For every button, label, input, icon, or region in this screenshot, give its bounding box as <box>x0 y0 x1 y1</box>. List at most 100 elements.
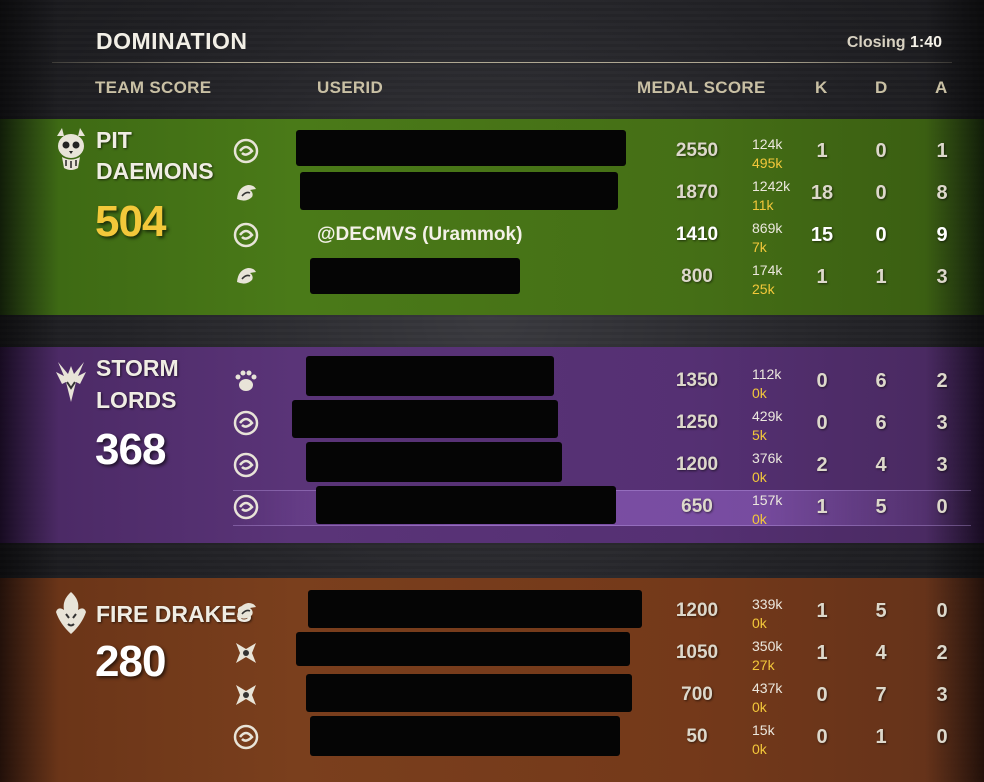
col-header-a: A <box>935 78 948 97</box>
deaths: 5 <box>875 600 887 622</box>
healing-value: 11k <box>752 197 774 213</box>
medal-score: 650 <box>681 496 713 517</box>
medal-score: 1350 <box>675 370 719 391</box>
medal-score: 1250 <box>675 412 719 433</box>
redacted-userid <box>296 632 630 666</box>
healing-value: 0k <box>752 615 767 631</box>
damage-value: 350k <box>752 638 783 654</box>
healing-value: 0k <box>752 699 767 715</box>
damage-value: 157k <box>752 492 783 508</box>
assists: 0 <box>936 600 948 622</box>
medal-score: 1870 <box>675 182 719 203</box>
medal-score: 1200 <box>675 600 719 621</box>
redacted-userid <box>308 590 642 628</box>
kills: 1 <box>816 496 828 518</box>
medal-score: 1410 <box>675 224 719 245</box>
deaths: 6 <box>875 412 887 434</box>
team-score: 280 <box>95 637 166 686</box>
healing-value: 0k <box>752 741 767 757</box>
redacted-userid <box>310 258 520 294</box>
col-header-d: D <box>875 78 888 97</box>
warden-circle-icon <box>233 138 259 164</box>
healing-value: 495k <box>752 155 783 171</box>
medal-score: 50 <box>686 726 708 747</box>
damage-value: 174k <box>752 262 783 278</box>
damage-value: 376k <box>752 450 783 466</box>
deaths: 5 <box>875 496 887 518</box>
storm-lords-icon <box>56 362 86 402</box>
col-header-k: K <box>815 78 828 97</box>
nightblade-icon <box>236 643 256 663</box>
assists: 0 <box>936 726 948 748</box>
kills: 1 <box>816 642 828 664</box>
player-userid: @DECMVS (Urammok) <box>317 224 523 245</box>
healing-value: 25k <box>752 281 775 297</box>
medal-score: 1200 <box>675 454 719 475</box>
kills: 0 <box>816 684 828 706</box>
col-header-medal-score: MEDAL SCORE <box>637 78 766 97</box>
deaths: 6 <box>875 370 887 392</box>
healing-value: 0k <box>752 511 767 527</box>
assists: 2 <box>936 370 948 392</box>
fire-drakes-icon <box>56 592 86 634</box>
kills: 1 <box>816 140 828 162</box>
redacted-userid <box>306 356 554 396</box>
nightblade-icon <box>236 685 256 705</box>
assists: 3 <box>936 266 948 288</box>
damage-value: 15k <box>752 722 775 738</box>
assists: 3 <box>936 684 948 706</box>
deaths: 0 <box>875 140 887 162</box>
team-name-line1: PIT <box>96 127 132 153</box>
kills: 0 <box>816 726 828 748</box>
redacted-userid <box>306 674 632 712</box>
deaths: 4 <box>875 642 887 664</box>
redacted-userid <box>292 400 558 438</box>
redacted-userid <box>310 716 620 756</box>
closing-label: Closing <box>846 34 906 51</box>
kills: 1 <box>816 266 828 288</box>
redacted-userid <box>296 130 626 166</box>
medal-score: 800 <box>681 266 713 287</box>
page-title: DOMINATION <box>96 28 248 54</box>
damage-value: 1242k <box>752 178 791 194</box>
medal-score: 2550 <box>675 140 719 161</box>
closing-time: 1:40 <box>909 34 942 51</box>
assists: 3 <box>936 412 948 434</box>
warden-circle-icon <box>233 452 259 478</box>
assists: 2 <box>936 642 948 664</box>
kills: 1 <box>816 600 828 622</box>
damage-value: 437k <box>752 680 783 696</box>
warden-circle-icon <box>233 222 259 248</box>
medal-score: 700 <box>681 684 713 705</box>
redacted-userid <box>316 486 616 524</box>
assists: 1 <box>936 140 948 162</box>
kills: 2 <box>816 454 828 476</box>
deaths: 7 <box>875 684 887 706</box>
kills: 15 <box>810 224 834 246</box>
warden-circle-icon <box>233 410 259 436</box>
warden-circle-icon <box>233 494 259 520</box>
damage-value: 869k <box>752 220 783 236</box>
dragonknight-icon <box>237 603 256 619</box>
pit-daemons-skull-icon <box>57 128 85 170</box>
healing-value: 5k <box>752 427 767 443</box>
dragonknight-icon <box>237 268 256 284</box>
assists: 3 <box>936 454 948 476</box>
assists: 8 <box>936 182 948 204</box>
damage-value: 429k <box>752 408 783 424</box>
deaths: 0 <box>875 224 887 246</box>
medal-score: 1050 <box>675 642 719 663</box>
bear-paw-icon <box>235 370 257 391</box>
kills: 0 <box>816 370 828 392</box>
header-divider <box>52 62 952 63</box>
damage-value: 339k <box>752 596 783 612</box>
healing-value: 27k <box>752 657 775 673</box>
redacted-userid <box>300 172 618 210</box>
team-score: 368 <box>95 425 166 474</box>
kills: 0 <box>816 412 828 434</box>
team-name-line1: FIRE DRAKES <box>96 601 252 627</box>
healing-value: 0k <box>752 385 767 401</box>
team-score: 504 <box>95 197 166 246</box>
healing-value: 0k <box>752 469 767 485</box>
deaths: 1 <box>875 726 887 748</box>
